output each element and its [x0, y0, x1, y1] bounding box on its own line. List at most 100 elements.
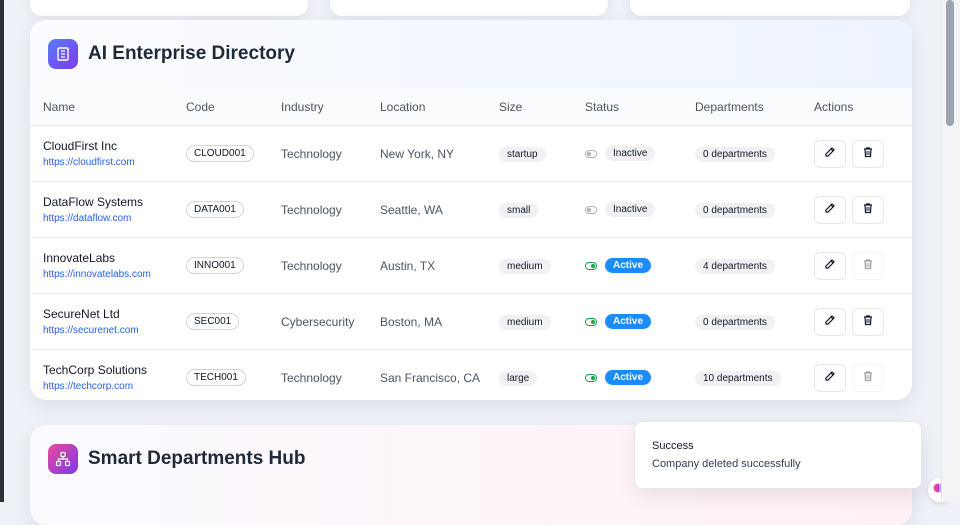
- location-cell: Seattle, WA: [380, 181, 499, 238]
- scrollbar-thumb[interactable]: [946, 0, 954, 126]
- company-code: TECH001: [186, 369, 246, 386]
- column-header-status[interactable]: Status: [585, 88, 695, 126]
- company-name-cell: SecureNet Ltd https://securenet.com: [30, 293, 186, 350]
- summary-card: [30, 0, 308, 16]
- edit-icon: [824, 370, 836, 385]
- departments-badge: 4 departments: [695, 258, 775, 274]
- location-cell: Boston, MA: [380, 293, 499, 350]
- trash-icon: [862, 146, 874, 161]
- trash-icon: [862, 370, 874, 385]
- section-title: Smart Departments Hub: [88, 448, 306, 469]
- trash-icon: [862, 314, 874, 329]
- edit-icon: [824, 202, 836, 217]
- company-website-link[interactable]: https://techcorp.com: [43, 381, 186, 392]
- delete-button[interactable]: [852, 139, 884, 168]
- size-badge: startup: [499, 146, 546, 162]
- column-header-location[interactable]: Location: [380, 88, 499, 126]
- size-badge: medium: [499, 314, 551, 330]
- status-cell: Active: [585, 350, 695, 401]
- company-name: TechCorp Solutions: [43, 363, 148, 377]
- window-left-edge: [0, 0, 4, 502]
- departments-cell: 4 departments: [695, 237, 814, 294]
- size-cell: small: [499, 181, 585, 238]
- column-header-size[interactable]: Size: [499, 88, 585, 126]
- departments-cell: 10 departments: [695, 350, 814, 401]
- column-header-actions: Actions: [814, 88, 912, 126]
- location-cell: Austin, TX: [380, 237, 499, 294]
- location-cell: New York, NY: [380, 125, 499, 182]
- status-badge: Inactive: [605, 146, 656, 161]
- industry-cell: Technology: [281, 370, 342, 385]
- table-row: TechCorp Solutions https://techcorp.com TE…: [30, 350, 912, 401]
- size-badge: small: [499, 202, 539, 218]
- table-row: InnovateLabs https://innovatelabs.com INNO…: [30, 237, 912, 294]
- building-icon: [48, 39, 78, 69]
- company-code: CLOUD001: [186, 145, 254, 162]
- delete-button: [852, 363, 884, 392]
- company-website-link[interactable]: https://dataflow.com: [43, 213, 186, 224]
- actions-cell: [814, 350, 912, 401]
- companies-table: Name Code Industry Location Size Status …: [30, 88, 912, 400]
- departments-badge: 0 departments: [695, 202, 775, 218]
- size-cell: large: [499, 350, 585, 401]
- status-badge: Inactive: [605, 202, 656, 217]
- location-cell: San Francisco, CA: [380, 370, 481, 385]
- delete-button[interactable]: [852, 307, 884, 336]
- company-website-link[interactable]: https://securenet.com: [43, 325, 186, 336]
- enterprise-directory-card: AI Enterprise Directory Name Code Indust…: [30, 20, 912, 400]
- status-badge: Active: [605, 258, 652, 273]
- company-website-link[interactable]: https://innovatelabs.com: [43, 269, 186, 280]
- delete-button[interactable]: [852, 195, 884, 224]
- column-header-industry[interactable]: Industry: [281, 88, 380, 126]
- actions-cell: [814, 293, 912, 350]
- departments-badge: 0 departments: [695, 314, 775, 330]
- status-cell: Inactive: [585, 181, 695, 238]
- industry-cell: Technology: [281, 181, 380, 238]
- edit-icon: [824, 146, 836, 161]
- table-row: DataFlow Systems https://dataflow.com DATA…: [30, 181, 912, 238]
- actions-cell: [814, 181, 912, 238]
- column-header-departments[interactable]: Departments: [695, 88, 814, 126]
- edit-button[interactable]: [814, 307, 846, 336]
- industry-cell: Technology: [281, 125, 380, 182]
- size-badge: medium: [499, 258, 551, 274]
- company-code: DATA001: [186, 201, 244, 218]
- table-row: CloudFirst Inc https://cloudfirst.com CLOU…: [30, 125, 912, 182]
- company-code: SEC001: [186, 313, 240, 330]
- status-cell: Active: [585, 293, 695, 350]
- toggle-icon[interactable]: [585, 317, 597, 326]
- code-cell: INNO001: [186, 237, 281, 294]
- departments-badge: 10 departments: [695, 370, 781, 386]
- company-website-link[interactable]: https://cloudfirst.com: [43, 157, 186, 168]
- company-name-cell: TechCorp Solutions https://techcorp.com: [30, 350, 186, 401]
- edit-icon: [824, 258, 836, 273]
- column-header-code[interactable]: Code: [186, 88, 281, 126]
- edit-button[interactable]: [814, 195, 846, 224]
- departments-cell: 0 departments: [695, 293, 814, 350]
- toggle-icon[interactable]: [585, 373, 597, 382]
- status-cell: Active: [585, 237, 695, 294]
- code-cell: DATA001: [186, 181, 281, 238]
- toast-title: Success: [652, 440, 694, 452]
- table-header-row: Name Code Industry Location Size Status …: [30, 88, 912, 126]
- edit-button[interactable]: [814, 251, 846, 280]
- status-badge: Active: [605, 370, 652, 385]
- toggle-icon[interactable]: [585, 205, 597, 214]
- company-name-cell: InnovateLabs https://innovatelabs.com: [30, 237, 186, 294]
- code-cell: CLOUD001: [186, 125, 281, 182]
- toggle-icon[interactable]: [585, 261, 597, 270]
- org-chart-icon: [48, 444, 78, 474]
- column-header-name[interactable]: Name: [30, 88, 186, 126]
- edit-button[interactable]: [814, 139, 846, 168]
- summary-card: [630, 0, 910, 16]
- actions-cell: [814, 237, 912, 294]
- size-cell: medium: [499, 293, 585, 350]
- success-toast[interactable]: Success Company deleted successfully: [634, 421, 922, 489]
- company-name: InnovateLabs: [43, 251, 116, 265]
- company-name: SecureNet Ltd: [43, 307, 120, 321]
- summary-card: [330, 0, 608, 16]
- toggle-icon[interactable]: [585, 149, 597, 158]
- departments-badge: 0 departments: [695, 146, 775, 162]
- edit-button[interactable]: [814, 363, 846, 392]
- company-name: CloudFirst Inc: [43, 139, 118, 153]
